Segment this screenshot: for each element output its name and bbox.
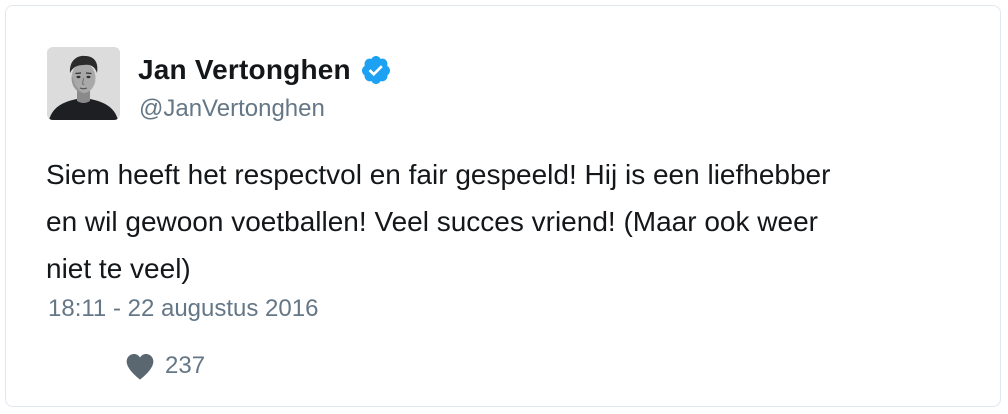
tweet-text-line: en wil gewoon voetballen! Veel succes vr… <box>46 206 818 237</box>
like-count: 237 <box>165 352 206 379</box>
like-button[interactable]: 237 <box>124 349 205 383</box>
tweet-text-line: niet te veel) <box>46 253 191 284</box>
heart-icon[interactable] <box>124 351 156 381</box>
tweet-timestamp[interactable]: 18:11 - 22 augustus 2016 <box>48 295 318 323</box>
author-name-row: Jan Vertonghen <box>138 52 392 88</box>
avatar[interactable] <box>47 47 120 120</box>
profile-photo-icon <box>47 47 120 120</box>
author-display-name[interactable]: Jan Vertonghen <box>138 54 351 86</box>
verified-badge-icon <box>360 54 392 86</box>
tweet-card: Jan Vertonghen @JanVertonghen Siem heeft… <box>5 5 1001 407</box>
tweet-text-line: Siem heeft het respectvol en fair gespee… <box>46 159 831 190</box>
author-handle[interactable]: @JanVertonghen <box>139 95 325 123</box>
tweet-text: Siem heeft het respectvol en fair gespee… <box>46 151 976 292</box>
